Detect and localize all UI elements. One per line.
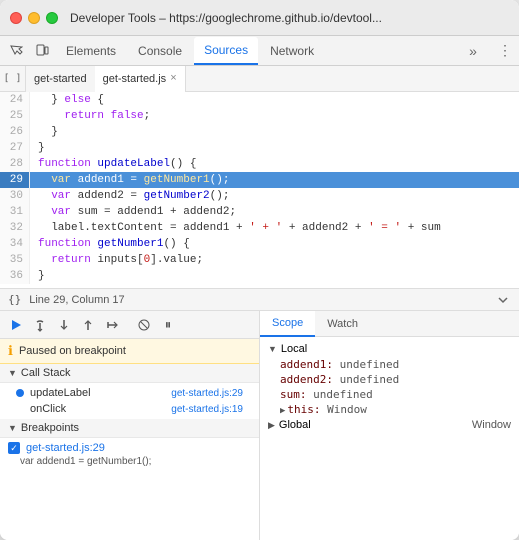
bottom-panel: ⏸ ℹ Paused on breakpoint ▼ Call Stack up… bbox=[0, 310, 519, 540]
pause-banner: ℹ Paused on breakpoint bbox=[0, 339, 259, 364]
scope-var-addend2: addend2: undefined bbox=[260, 372, 519, 387]
breakpoint-item-0[interactable]: ✓ get-started.js:29 bbox=[0, 440, 259, 456]
breakpoints-content: ✓ get-started.js:29 var addend1 = getNum… bbox=[0, 438, 259, 469]
menu-button[interactable]: ⋮ bbox=[495, 41, 515, 61]
main-content: 24 } else { 25 return false; 26 } 27 } 2 bbox=[0, 92, 519, 310]
call-stack-header[interactable]: ▼ Call Stack bbox=[0, 364, 259, 383]
breakpoint-checkbox[interactable]: ✓ bbox=[8, 442, 20, 454]
scope-content: ▼ Local addend1: undefined addend2: unde… bbox=[260, 337, 519, 540]
breakpoints-toggle-icon: ▼ bbox=[8, 423, 17, 433]
close-button[interactable] bbox=[10, 12, 22, 24]
tab-elements[interactable]: Elements bbox=[56, 37, 126, 65]
code-line-29: 29 var addend1 = getNumber1(); bbox=[0, 172, 519, 188]
device-icon[interactable] bbox=[30, 39, 54, 63]
left-panel: ⏸ ℹ Paused on breakpoint ▼ Call Stack up… bbox=[0, 311, 260, 540]
call-stack-toggle-icon: ▼ bbox=[8, 368, 17, 378]
status-position: Line 29, Column 17 bbox=[29, 294, 124, 306]
status-expand-icon[interactable] bbox=[495, 292, 511, 308]
code-line-26: 26 } bbox=[0, 124, 519, 140]
scope-global-header[interactable]: ▶ Global Window bbox=[260, 417, 519, 433]
code-area[interactable]: 24 } else { 25 return false; 26 } 27 } 2 bbox=[0, 92, 519, 288]
file-tab-label: get-started bbox=[34, 73, 87, 85]
devtools-window: Developer Tools – https://googlechrome.g… bbox=[0, 0, 519, 540]
resume-button[interactable] bbox=[6, 315, 26, 335]
stack-item-file: get-started.js:29 bbox=[171, 388, 243, 399]
step-out-button[interactable] bbox=[78, 315, 98, 335]
file-tab-get-started[interactable]: get-started bbox=[26, 66, 95, 92]
sidebar-toggle[interactable]: [ ] bbox=[0, 66, 26, 92]
scope-global-label: Global bbox=[279, 419, 311, 431]
more-tabs-button[interactable]: » bbox=[463, 41, 483, 61]
file-tab-get-started-js[interactable]: get-started.js × bbox=[95, 66, 186, 92]
scope-var-sum: sum: undefined bbox=[260, 387, 519, 402]
tab-console[interactable]: Console bbox=[128, 37, 192, 65]
debug-toolbar: ⏸ bbox=[0, 311, 259, 339]
sidebar-toggle-icon: [ ] bbox=[3, 73, 21, 84]
blackbox-button[interactable] bbox=[134, 315, 154, 335]
code-line-36: 36 } bbox=[0, 268, 519, 284]
file-tabs: [ ] get-started get-started.js × bbox=[0, 66, 519, 92]
code-line-32: 32 label.textContent = addend1 + ' + ' +… bbox=[0, 220, 519, 236]
code-line-35: 35 return inputs[0].value; bbox=[0, 252, 519, 268]
fullscreen-button[interactable] bbox=[46, 12, 58, 24]
code-line-25: 25 return false; bbox=[0, 108, 519, 124]
pause-info-icon: ℹ bbox=[8, 343, 13, 359]
status-bar: {} Line 29, Column 17 bbox=[0, 288, 519, 310]
code-line-27: 27 } bbox=[0, 140, 519, 156]
scope-var-addend1: addend1: undefined bbox=[260, 357, 519, 372]
scope-local-icon: ▼ bbox=[268, 344, 277, 354]
code-line-28: 28 function updateLabel() { bbox=[0, 156, 519, 172]
pause-text: Paused on breakpoint bbox=[19, 345, 126, 357]
scope-global-value: Window bbox=[472, 419, 511, 431]
scope-tabs: Scope Watch bbox=[260, 311, 519, 337]
scope-local-header[interactable]: ▼ Local bbox=[260, 341, 519, 357]
window-title: Developer Tools – https://googlechrome.g… bbox=[70, 11, 509, 25]
tab-scope[interactable]: Scope bbox=[260, 311, 315, 337]
code-line-24: 24 } else { bbox=[0, 92, 519, 108]
code-line-34: 34 function getNumber1() { bbox=[0, 236, 519, 252]
code-editor: 24 } else { 25 return false; 26 } 27 } 2 bbox=[0, 92, 519, 310]
stack-item-dot bbox=[16, 389, 24, 397]
call-stack-content: updateLabel get-started.js:29 onClick ge… bbox=[0, 383, 259, 419]
call-stack-label: Call Stack bbox=[21, 367, 71, 379]
stack-item-1[interactable]: onClick get-started.js:19 bbox=[0, 401, 259, 417]
title-bar: Developer Tools – https://googlechrome.g… bbox=[0, 0, 519, 36]
status-text: {} bbox=[8, 293, 21, 306]
minimize-button[interactable] bbox=[28, 12, 40, 24]
scope-global-icon: ▶ bbox=[268, 420, 275, 431]
right-panel: Scope Watch ▼ Local addend1: undefined a… bbox=[260, 311, 519, 540]
tab-network[interactable]: Network bbox=[260, 37, 324, 65]
breakpoints-label: Breakpoints bbox=[21, 422, 79, 434]
scope-local-label: Local bbox=[281, 343, 307, 355]
file-tab-label: get-started.js bbox=[103, 73, 167, 85]
inspect-icon[interactable] bbox=[4, 39, 28, 63]
pause-exceptions-button[interactable]: ⏸ bbox=[158, 315, 178, 335]
stack-item-file: get-started.js:19 bbox=[171, 404, 243, 415]
step-over-button[interactable] bbox=[30, 315, 50, 335]
breakpoint-file: get-started.js:29 bbox=[26, 442, 105, 454]
stack-item-name: updateLabel bbox=[30, 387, 165, 399]
scope-var-this[interactable]: ▶this: Window bbox=[260, 402, 519, 417]
breakpoint-code: var addend1 = getNumber1(); bbox=[0, 456, 259, 467]
file-tab-close-icon[interactable]: × bbox=[170, 73, 176, 84]
code-line-30: 30 var addend2 = getNumber2(); bbox=[0, 188, 519, 204]
step-into-button[interactable] bbox=[54, 315, 74, 335]
stack-item-dot bbox=[16, 405, 24, 413]
stack-item-0[interactable]: updateLabel get-started.js:29 bbox=[0, 385, 259, 401]
code-line-31: 31 var sum = addend1 + addend2; bbox=[0, 204, 519, 220]
tab-watch[interactable]: Watch bbox=[315, 311, 370, 337]
breakpoints-header[interactable]: ▼ Breakpoints bbox=[0, 419, 259, 438]
devtools-tab-bar: Elements Console Sources Network » ⋮ bbox=[0, 36, 519, 66]
step-button[interactable] bbox=[102, 315, 122, 335]
tab-sources[interactable]: Sources bbox=[194, 37, 258, 65]
traffic-lights bbox=[10, 12, 58, 24]
stack-item-name: onClick bbox=[30, 403, 165, 415]
